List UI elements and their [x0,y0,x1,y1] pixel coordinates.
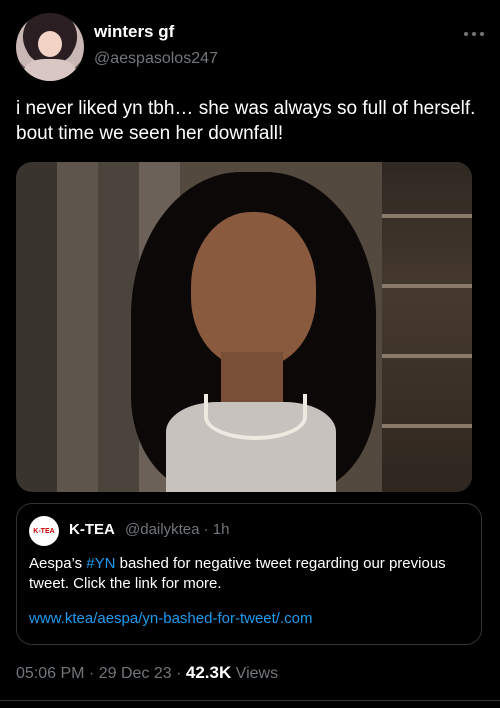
quoted-tweet[interactable]: K-TEA K-TEA @dailyktea · 1h Aespa’s #YN … [16,503,482,645]
more-dot [464,32,468,36]
media-shelf [382,424,472,428]
author-avatar[interactable] [16,13,84,81]
tweet-meta: 05:06 PM · 29 Dec 23 · 42.3K Views [16,663,278,683]
tweet-timestamp[interactable]: 05:06 PM · 29 Dec 23 · [16,665,186,682]
more-dot [472,32,476,36]
author-display-name[interactable]: winters gf [94,22,174,42]
media-shelf [382,214,472,218]
media-shelf [382,284,472,288]
views-label: Views [231,665,279,682]
media-shelf-background [382,162,472,492]
author-handle[interactable]: @aespasolos247 [94,50,218,68]
divider [0,700,500,701]
quoted-avatar[interactable]: K-TEA [29,516,59,546]
more-options-icon[interactable] [460,28,484,40]
avatar-face [38,31,62,57]
hashtag-link[interactable]: #YN [86,555,115,572]
views-count: 42.3K [185,663,232,682]
media-necklace [204,394,307,440]
avatar-clothing [24,59,76,81]
quoted-text-before: Aespa’s [29,555,87,572]
quoted-display-name[interactable]: K-TEA [69,521,115,538]
more-dot [480,32,484,36]
quoted-handle-time[interactable]: @dailyktea · 1h [125,521,229,538]
tweet-media-image[interactable] [16,162,472,492]
quoted-url-link[interactable]: www.ktea/aespa/yn-bashed-for-tweet/.com [29,610,312,627]
media-shelf [382,354,472,358]
tweet-text: i never liked yn tbh… she was always so … [16,98,476,144]
media-face [191,212,316,367]
quoted-text: Aespa’s #YN bashed for negative tweet re… [29,554,469,594]
